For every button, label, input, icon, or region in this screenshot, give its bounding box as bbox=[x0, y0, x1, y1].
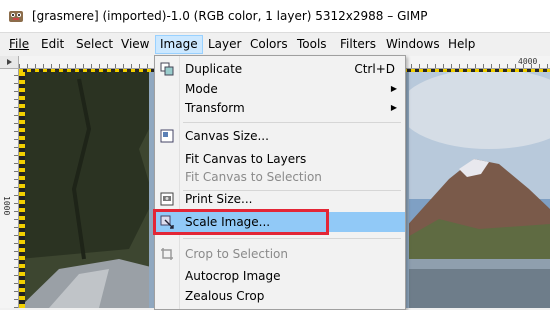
menu-help[interactable]: Help bbox=[444, 36, 479, 53]
menu-separator bbox=[183, 238, 401, 239]
accelerator-label: Ctrl+D bbox=[354, 62, 395, 76]
menu-item-mode[interactable]: Mode ▶ bbox=[155, 79, 405, 99]
menu-colors[interactable]: Colors bbox=[246, 36, 292, 53]
menu-item-duplicate[interactable]: Duplicate Ctrl+D bbox=[155, 59, 405, 79]
menu-item-autocrop-image[interactable]: Autocrop Image bbox=[155, 266, 405, 286]
menu-image[interactable]: Image bbox=[155, 35, 203, 54]
menu-item-label: Canvas Size... bbox=[185, 129, 269, 143]
menu-item-label: Autocrop Image bbox=[185, 269, 281, 283]
annotation-highlight-box bbox=[153, 209, 329, 235]
menu-item-fit-canvas-to-selection: Fit Canvas to Selection bbox=[155, 167, 405, 187]
menu-bar: File Edit Select View Image Layer Colors… bbox=[0, 33, 550, 55]
ruler-h-label: 4000 bbox=[518, 57, 538, 66]
menu-filters[interactable]: Filters bbox=[336, 36, 380, 53]
canvas-boundary-left bbox=[19, 69, 25, 308]
submenu-arrow-icon: ▶ bbox=[390, 103, 397, 112]
image-menu-dropdown: Duplicate Ctrl+D Mode ▶ Transform ▶ Canv… bbox=[154, 55, 406, 310]
menu-select[interactable]: Select bbox=[72, 36, 117, 53]
menu-item-label: Fit Canvas to Layers bbox=[185, 152, 307, 166]
menu-item-label: Zealous Crop bbox=[185, 289, 265, 303]
menu-item-print-size[interactable]: Print Size... bbox=[155, 189, 405, 209]
window-title: [grasmere] (imported)-1.0 (RGB color, 1 … bbox=[32, 9, 428, 23]
menu-view[interactable]: View bbox=[117, 36, 153, 53]
menu-item-zealous-crop[interactable]: Zealous Crop bbox=[155, 286, 405, 306]
gimp-app-icon bbox=[9, 11, 23, 22]
duplicate-icon bbox=[160, 62, 174, 76]
menu-item-label: Fit Canvas to Selection bbox=[185, 170, 322, 184]
menu-item-fit-canvas-to-layers[interactable]: Fit Canvas to Layers bbox=[155, 149, 405, 169]
menu-layer[interactable]: Layer bbox=[204, 36, 245, 53]
menu-tools[interactable]: Tools bbox=[293, 36, 331, 53]
canvas-size-icon bbox=[160, 129, 174, 143]
menu-separator bbox=[183, 122, 401, 123]
title-bar: [grasmere] (imported)-1.0 (RGB color, 1 … bbox=[0, 0, 550, 33]
menu-item-transform[interactable]: Transform ▶ bbox=[155, 98, 405, 118]
menu-file[interactable]: File bbox=[5, 36, 33, 53]
menu-edit[interactable]: Edit bbox=[37, 36, 68, 53]
vertical-ruler[interactable] bbox=[0, 69, 19, 308]
menu-item-label: Transform bbox=[185, 101, 245, 115]
print-size-icon bbox=[160, 192, 174, 206]
menu-item-canvas-size[interactable]: Canvas Size... bbox=[155, 126, 405, 146]
menu-item-crop-to-selection: Crop to Selection bbox=[155, 244, 405, 264]
ruler-corner-button[interactable] bbox=[0, 56, 19, 69]
menu-item-label: Print Size... bbox=[185, 192, 253, 206]
menu-item-label: Duplicate bbox=[185, 62, 243, 76]
ruler-v-label: 1000 bbox=[2, 196, 11, 216]
crop-icon bbox=[161, 248, 173, 260]
submenu-arrow-icon: ▶ bbox=[390, 84, 397, 93]
menu-item-label: Mode bbox=[185, 82, 218, 96]
quick-mask-arrow-icon bbox=[7, 59, 12, 65]
menu-windows[interactable]: Windows bbox=[382, 36, 444, 53]
menu-item-label: Crop to Selection bbox=[185, 247, 288, 261]
